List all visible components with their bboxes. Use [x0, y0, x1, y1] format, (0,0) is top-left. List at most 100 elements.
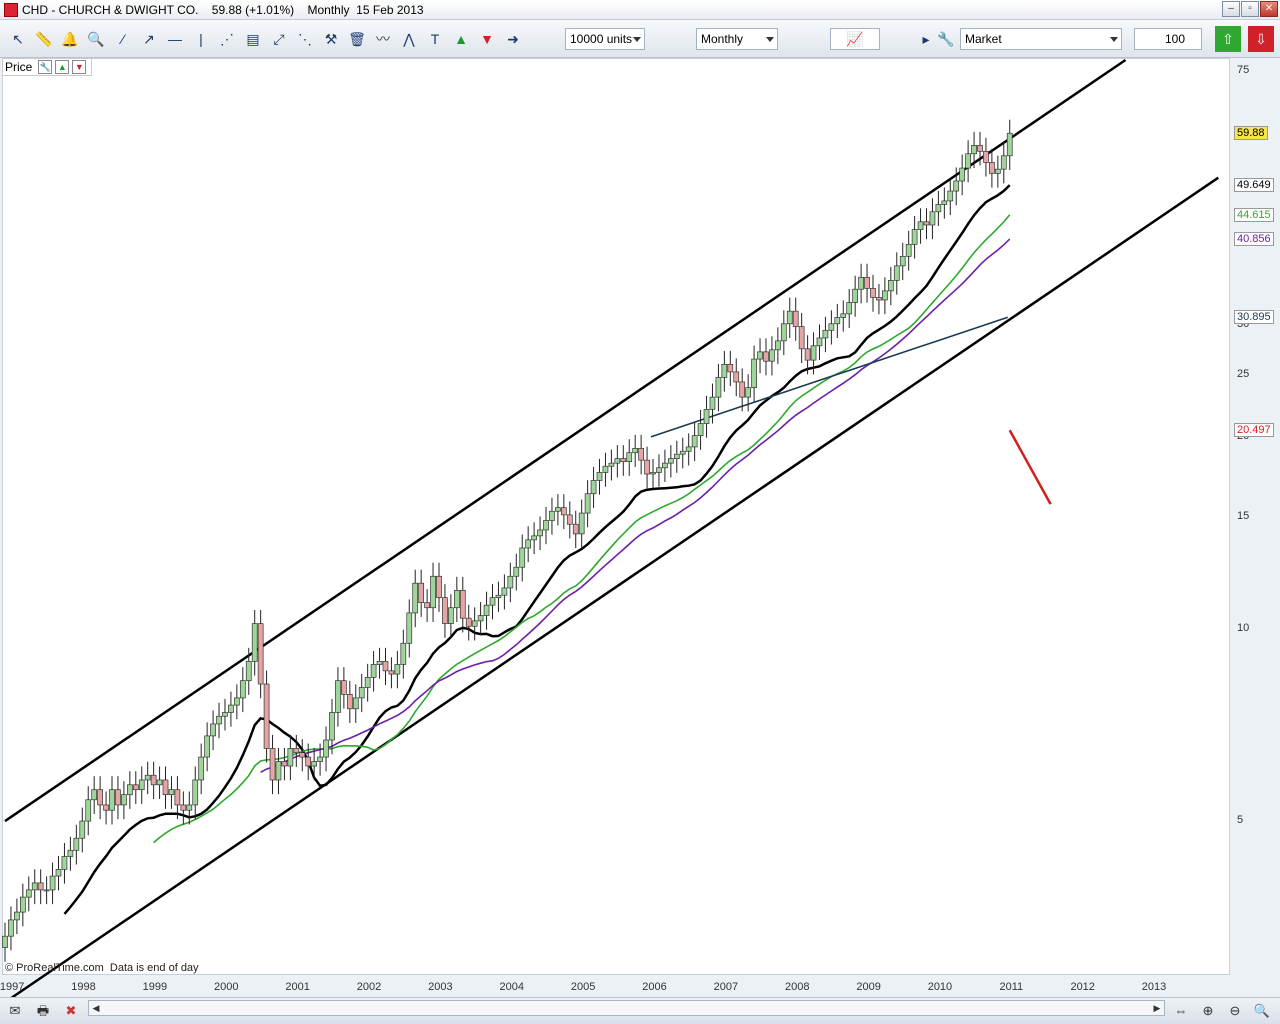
candle-down [257, 623, 264, 685]
x-tick-label: 2011 [999, 981, 1024, 993]
channel-line-1 [4, 176, 1219, 1004]
candle-down [115, 789, 121, 806]
candle-up [55, 869, 62, 877]
mail-icon[interactable]: ✉ [4, 1001, 26, 1021]
zoom-in-icon[interactable]: ⊕ [1197, 1001, 1219, 1021]
candle-up [632, 447, 639, 454]
candle-up [679, 450, 686, 455]
candle-up [786, 310, 793, 325]
candle-up [204, 735, 210, 758]
candle-down [739, 381, 746, 398]
candle-up [311, 761, 317, 767]
candle-up [905, 243, 912, 257]
candle-up [935, 204, 942, 213]
candle-up [2, 935, 8, 948]
candle-down [424, 602, 430, 609]
x-tick-label: 2007 [713, 981, 739, 993]
candle-up [186, 804, 193, 811]
scroll-left-icon[interactable]: ◀ [89, 1001, 103, 1015]
scroll-right-icon[interactable]: ▶ [1150, 1001, 1164, 1015]
candle-up [471, 620, 478, 627]
candle-down [989, 162, 995, 174]
candle-up [239, 680, 246, 699]
x-tick-label: 1998 [71, 981, 96, 993]
candle-up [769, 349, 775, 362]
data-credit: © ProRealTime.com Data is end of day [5, 962, 199, 974]
candle-up [364, 677, 371, 688]
candle-down [572, 523, 579, 535]
candle-up [882, 290, 888, 301]
candle-up [780, 323, 787, 342]
candle-up [430, 575, 436, 609]
candle-up [757, 351, 763, 360]
candle-up [965, 153, 971, 169]
candle-down [150, 774, 157, 786]
candle-up [834, 317, 841, 325]
candle-up [691, 435, 698, 448]
candle-up [245, 660, 252, 682]
x-tick-label: 2006 [642, 981, 667, 993]
price-tag: 44.615 [1234, 207, 1274, 222]
x-tick-label: 2004 [499, 981, 524, 993]
price-tag: 59.88 [1234, 126, 1268, 141]
candle-up [858, 276, 864, 290]
zoom-fit-icon[interactable]: ⇔ [1170, 1001, 1192, 1021]
candle-up [335, 680, 341, 713]
candle-up [109, 789, 115, 811]
candle-up [1006, 132, 1013, 157]
candle-up [519, 547, 526, 568]
candle-up [887, 280, 894, 292]
candle-up [495, 594, 502, 599]
candle-up [400, 642, 407, 665]
candle-up [816, 337, 823, 347]
zoom-out-icon[interactable]: ⊖ [1224, 1001, 1246, 1021]
candle-down [293, 748, 300, 754]
candle-up [685, 446, 692, 452]
moving-average-line-red [1008, 429, 1052, 505]
print-icon[interactable]: 🖶 [32, 1001, 54, 1021]
candle-up [376, 660, 383, 665]
candle-down [876, 297, 882, 301]
x-tick-label: 2010 [927, 981, 953, 993]
candle-down [174, 789, 181, 806]
candle-up [477, 615, 484, 622]
candle-down [465, 617, 472, 627]
candle-up [549, 510, 555, 521]
candle-down [97, 789, 103, 806]
candle-up [228, 704, 234, 713]
candle-up [953, 180, 960, 192]
candle-up [959, 167, 966, 182]
magnify-icon[interactable]: 🔍 [1251, 1001, 1273, 1021]
candle-up [222, 712, 228, 717]
y-tick-label: 10 [1237, 622, 1250, 635]
x-tick-label: 1997 [0, 981, 25, 993]
y-tick-label: 75 [1237, 63, 1250, 76]
x-tick-label: 2002 [356, 981, 382, 993]
candle-up [14, 911, 20, 921]
candle-up [352, 697, 359, 710]
candle-down [281, 761, 288, 767]
candle-up [703, 409, 710, 424]
candle-up [697, 423, 704, 437]
candle-up [810, 345, 817, 361]
candle-up [673, 453, 680, 459]
candle-up [19, 896, 26, 913]
x-tick-label: 2005 [570, 981, 596, 993]
candle-up [971, 145, 977, 155]
candle-up [370, 664, 377, 678]
candle-up [650, 472, 656, 475]
delete-icon[interactable]: ✖ [60, 1001, 82, 1021]
candle-up [929, 211, 936, 226]
candle-up [994, 168, 1001, 174]
candle-up [590, 480, 597, 495]
candle-up [578, 512, 585, 535]
candle-up [899, 255, 906, 267]
time-scrollbar[interactable]: ◀ ▶ [88, 1000, 1165, 1016]
candle-up [483, 604, 490, 616]
candle-up [406, 612, 413, 644]
candle-down [37, 882, 44, 891]
candle-down [977, 145, 983, 152]
candle-up [531, 535, 537, 541]
x-tick-label: 2008 [784, 981, 810, 993]
candle-down [346, 694, 353, 710]
